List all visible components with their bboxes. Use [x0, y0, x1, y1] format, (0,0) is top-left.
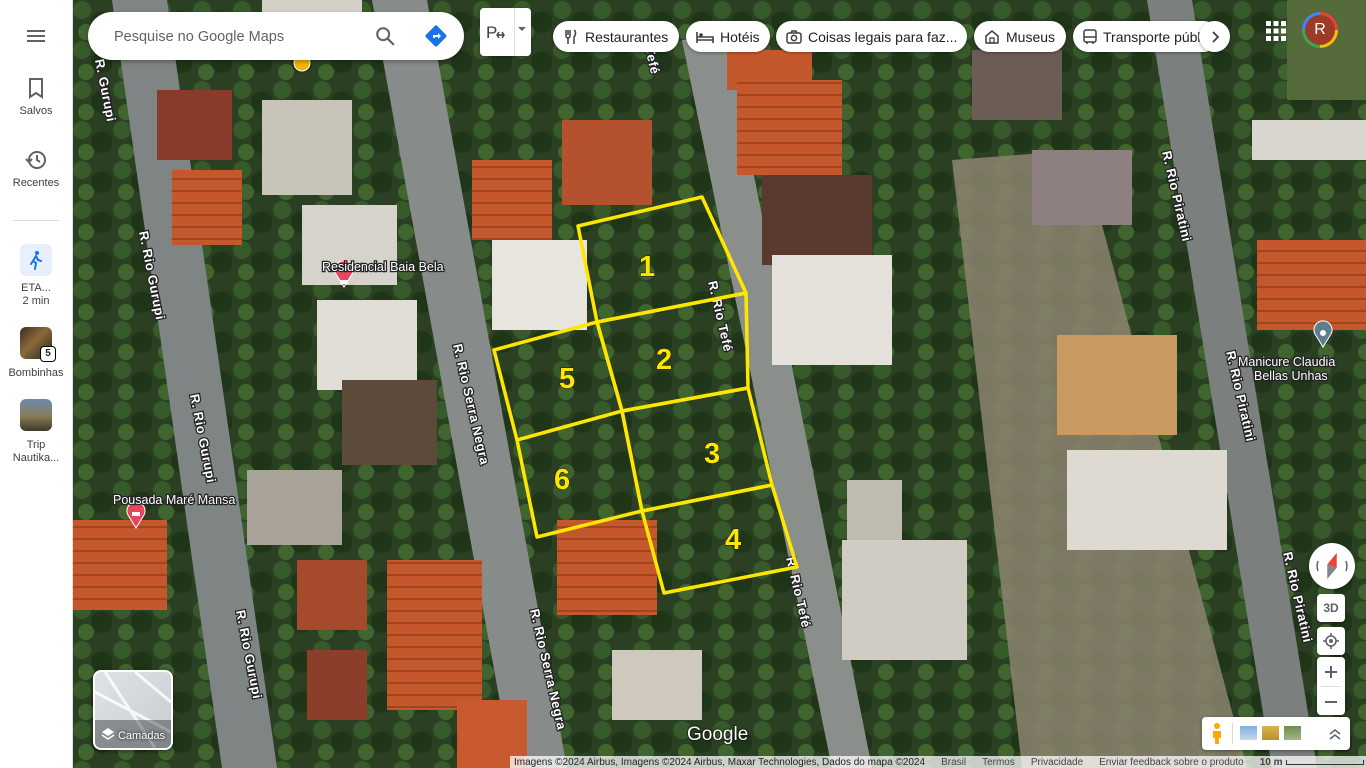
bookmark-icon	[29, 78, 43, 99]
my-location-icon	[1323, 633, 1339, 649]
account-avatar[interactable]: R	[1302, 12, 1338, 48]
menu-button[interactable]	[0, 24, 72, 51]
transit-layer-icon: P	[486, 23, 505, 42]
attribution-bar: Imagens ©2024 Airbus, Imagens ©2024 Airb…	[510, 756, 1366, 768]
chevron-right-icon	[1211, 30, 1219, 43]
walking-icon	[30, 251, 42, 270]
saved-list-bombinhas[interactable]: 5 Bombinhas	[0, 327, 72, 380]
privacy-link[interactable]: Privacidade	[1031, 757, 1083, 768]
hotel-icon	[132, 512, 140, 516]
imagery-copyright: Imagens ©2024 Airbus, Imagens ©2024 Airb…	[514, 756, 926, 768]
place-pin-icon	[1320, 330, 1326, 336]
scale-bar[interactable]: 10 m	[1260, 757, 1366, 768]
poi-label: Residencial Baia Bela	[322, 260, 444, 274]
satellite-imagery: R. Gurupi R. Rio Gurupi R. Rio Gurupi R.…	[72, 0, 1366, 768]
directions-button[interactable]	[420, 20, 452, 52]
rail-divider	[13, 220, 59, 221]
camera-icon	[786, 29, 802, 45]
google-logo: Google	[687, 724, 749, 745]
chip-label: Coisas legais para faz...	[808, 28, 958, 45]
chip-label: Hotéis	[720, 28, 760, 45]
saved-count-badge: 5	[41, 347, 55, 361]
search-input[interactable]	[112, 24, 366, 50]
saved-list-thumb	[20, 399, 52, 431]
lot-number: 6	[554, 464, 570, 496]
layers-icon	[101, 728, 115, 740]
chip-label: Museus	[1006, 28, 1056, 45]
minus-icon	[1325, 700, 1337, 703]
google-apps-icon[interactable]	[1263, 18, 1289, 44]
compass-button[interactable]	[1309, 543, 1355, 589]
pegman-icon[interactable]	[1207, 722, 1227, 746]
eta-button[interactable]: ETA... 2 min	[0, 244, 72, 308]
museum-icon	[984, 29, 1000, 45]
chevron-down-icon[interactable]	[517, 25, 527, 33]
zoom-out-button[interactable]	[1317, 687, 1345, 716]
layers-button[interactable]: Camadas	[93, 670, 173, 750]
search-icon	[376, 27, 395, 46]
expand-up-icon[interactable]	[1328, 727, 1342, 741]
saved-list-label: Bombinhas	[8, 367, 64, 379]
chip-label: Transporte públ	[1103, 28, 1201, 45]
my-location-button[interactable]	[1317, 627, 1345, 655]
search-button[interactable]	[369, 20, 401, 52]
imagery-thumb[interactable]	[1262, 726, 1279, 740]
3d-toggle-button[interactable]: 3D	[1317, 594, 1345, 622]
lot-number: 4	[725, 524, 741, 556]
lot-number: 2	[656, 344, 672, 376]
history-icon	[25, 151, 46, 169]
plus-icon	[1325, 665, 1337, 678]
bed-icon	[696, 29, 714, 45]
scale-line	[1286, 759, 1365, 765]
lot-number: 5	[559, 363, 575, 395]
imagery-thumb[interactable]	[1240, 726, 1257, 740]
poi-label: Pousada Maré Mansa	[113, 493, 235, 507]
saved-label: Salvos	[19, 105, 53, 117]
eta-label: ETA...	[21, 282, 51, 294]
svg-text:P: P	[486, 23, 497, 42]
saved-list-label: Trip Nautika...	[12, 439, 60, 464]
strip-divider	[1232, 723, 1233, 744]
chip-hotels[interactable]: Hotéis	[686, 21, 770, 52]
hotel-icon	[340, 280, 348, 284]
directions-icon	[425, 25, 447, 47]
imagery-strip	[1202, 717, 1350, 750]
compass-icon	[1316, 552, 1348, 580]
zoom-in-button[interactable]	[1317, 657, 1345, 686]
saved-list-thumb: 5	[20, 327, 55, 361]
scale-label: 10 m	[1259, 756, 1283, 768]
satellite-map[interactable]: R. Gurupi R. Rio Gurupi R. Rio Gurupi R.…	[72, 0, 1366, 768]
eta-time: 2 min	[22, 295, 50, 307]
bus-icon	[1083, 28, 1097, 45]
poi-label: Bellas Unhas	[1254, 369, 1328, 383]
transit-layer-toggle[interactable]: P	[480, 8, 531, 56]
terms-link[interactable]: Termos	[982, 757, 1015, 768]
chip-restaurants[interactable]: Restaurantes	[553, 21, 679, 52]
chips-next-button[interactable]	[1199, 21, 1230, 52]
recents-button[interactable]: Recentes	[0, 148, 72, 190]
side-rail: Salvos Recentes ETA... 2 min 5 Bombinhas…	[0, 0, 73, 768]
lot-number: 1	[639, 251, 655, 283]
avatar-letter: R	[1305, 15, 1335, 45]
chip-things-to-do[interactable]: Coisas legais para faz...	[776, 21, 967, 52]
chip-museums[interactable]: Museus	[974, 21, 1066, 52]
zoom-control	[1317, 657, 1345, 715]
chip-label: Restaurantes	[585, 28, 669, 45]
poi-label: Manicure Claudia	[1238, 355, 1335, 369]
saved-list-trip-nautika[interactable]: Trip Nautika...	[0, 399, 72, 465]
feedback-link[interactable]: Enviar feedback sobre o produto	[1099, 757, 1244, 768]
search-box	[88, 12, 464, 60]
saved-button[interactable]: Salvos	[0, 76, 72, 118]
recents-label: Recentes	[12, 177, 60, 189]
fork-knife-icon	[563, 28, 579, 45]
imagery-thumb[interactable]	[1284, 726, 1301, 740]
eta-thumb	[20, 244, 52, 276]
toggle-divider	[514, 8, 515, 56]
country-link[interactable]: Brasil	[941, 757, 966, 768]
hamburger-menu-icon	[27, 30, 45, 42]
chip-public-transport[interactable]: Transporte públ	[1073, 21, 1219, 52]
layers-label: Camadas	[95, 727, 171, 742]
lot-number: 3	[704, 438, 720, 470]
